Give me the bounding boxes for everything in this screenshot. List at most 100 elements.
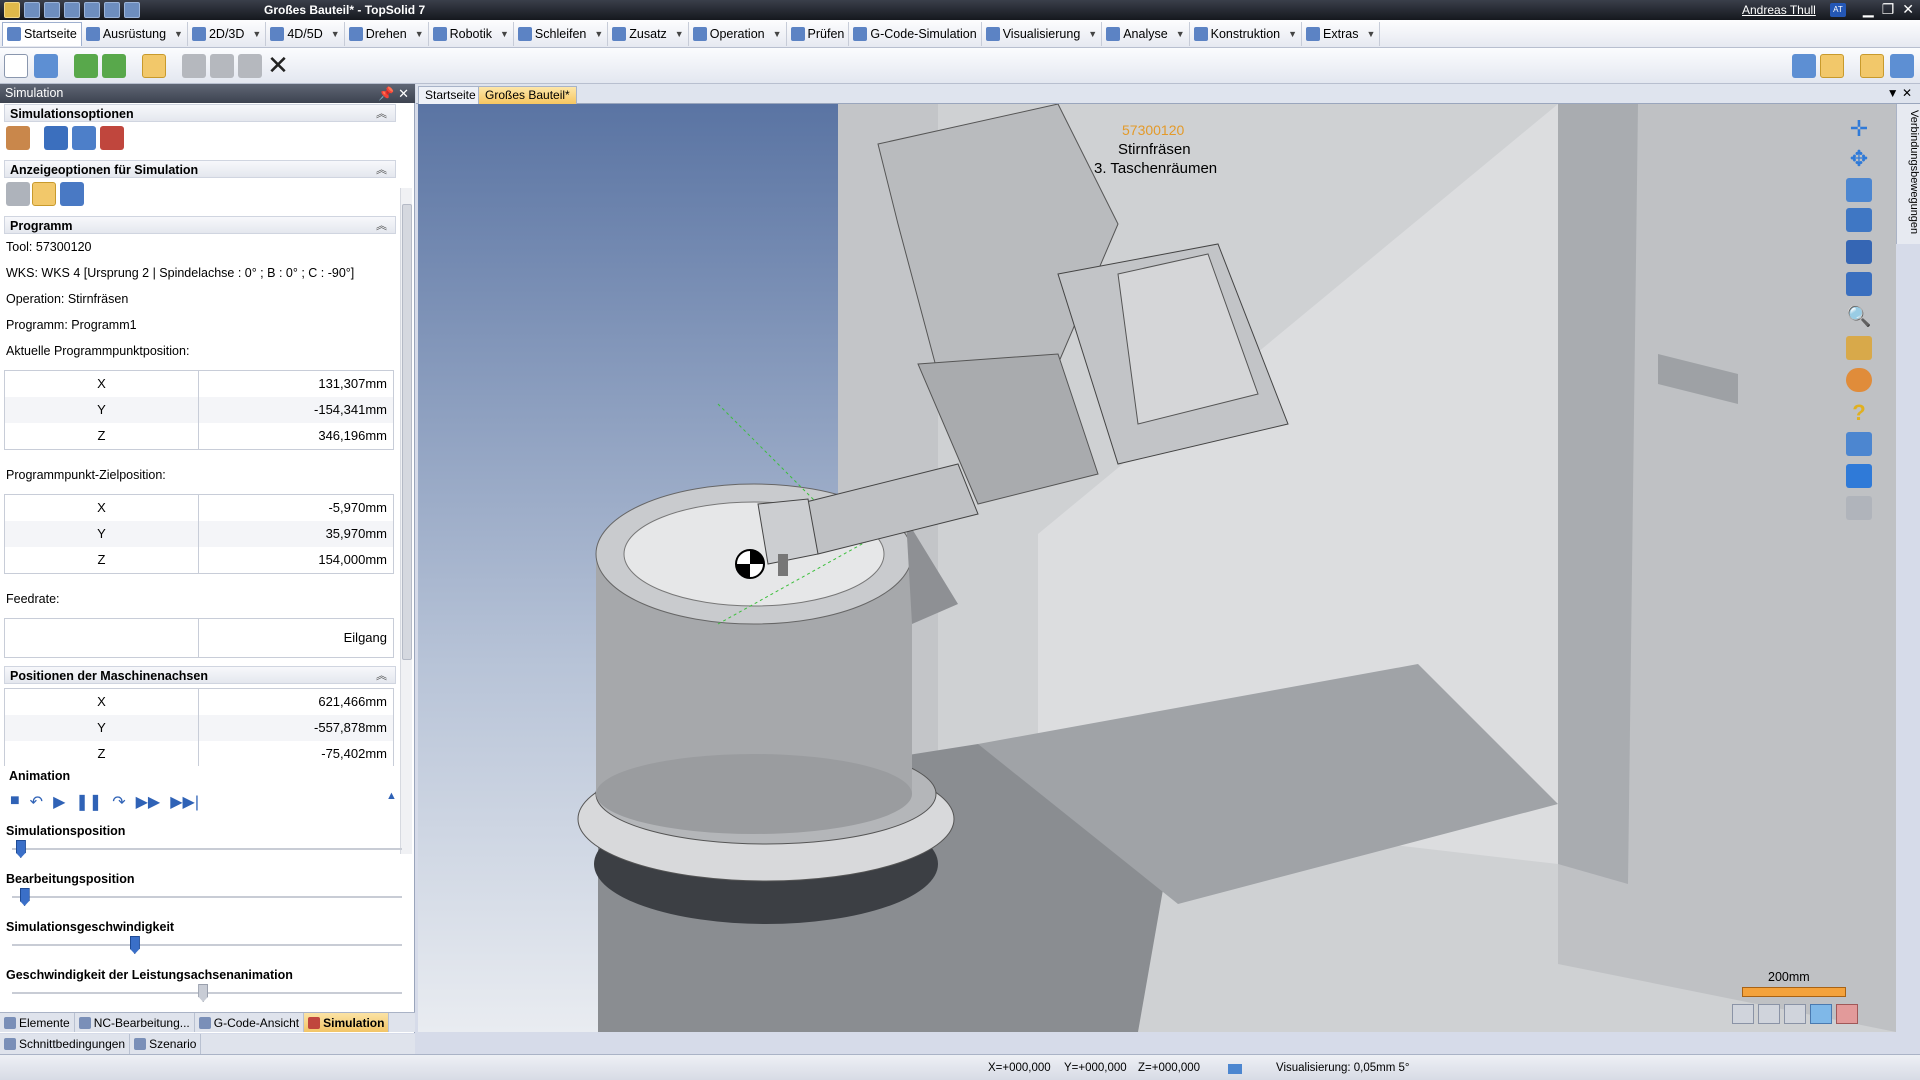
user-badge[interactable]: AT bbox=[1830, 3, 1846, 17]
collapse-chevron-icon[interactable]: ︽ bbox=[376, 217, 387, 235]
pin-icon[interactable]: 📌 bbox=[378, 86, 394, 101]
3d-viewport[interactable]: 57300120 Stirnfräsen 3. Taschenräumen 20… bbox=[418, 104, 1896, 1032]
pause-icon[interactable]: ❚❚ bbox=[75, 792, 102, 812]
view-grid-icon[interactable] bbox=[1810, 1004, 1832, 1024]
machining-position-thumb[interactable] bbox=[19, 888, 30, 906]
rotate-icon[interactable] bbox=[1846, 178, 1872, 202]
tab-gcode-ansicht[interactable]: G-Code-Ansicht bbox=[195, 1013, 305, 1032]
sim-position-thumb[interactable] bbox=[15, 840, 26, 858]
power-axis-speed-thumb[interactable] bbox=[198, 984, 209, 1002]
sim-option-icon-3[interactable] bbox=[72, 126, 96, 150]
redo-icon[interactable] bbox=[104, 2, 120, 18]
paste-icon[interactable] bbox=[238, 54, 262, 78]
menu-extras[interactable]: Extras ▼ bbox=[1302, 21, 1381, 46]
stop-icon[interactable]: ■ bbox=[10, 792, 20, 812]
tab-schnittbedingungen[interactable]: Schnittbedingungen bbox=[0, 1034, 131, 1054]
menu-drehen[interactable]: Drehen ▼ bbox=[345, 21, 429, 46]
menu-schleifen[interactable]: Schleifen ▼ bbox=[514, 21, 609, 46]
sim-position-slider[interactable] bbox=[12, 848, 402, 850]
undo-icon[interactable] bbox=[84, 2, 100, 18]
orbit-icon[interactable] bbox=[1846, 208, 1872, 232]
dropdown-arrow-icon[interactable]: ▼ bbox=[1288, 29, 1297, 39]
menu-visualisierung[interactable]: Visualisierung ▼ bbox=[982, 21, 1103, 46]
screen-icon[interactable] bbox=[1890, 54, 1914, 78]
menu-pruefen[interactable]: Prüfen bbox=[787, 21, 850, 46]
menu-startseite[interactable]: Startseite bbox=[2, 21, 82, 46]
menu-analyse[interactable]: Analyse ▼ bbox=[1102, 21, 1190, 46]
tab-elemente[interactable]: Elemente bbox=[0, 1013, 75, 1032]
link-icon[interactable] bbox=[1792, 54, 1816, 78]
settings-icon[interactable] bbox=[1820, 54, 1844, 78]
doc-tab-startseite[interactable]: Startseite bbox=[418, 86, 483, 104]
window-layout-icon[interactable] bbox=[1860, 54, 1884, 78]
zoom-all-icon[interactable] bbox=[1846, 272, 1872, 296]
close-doc-icon[interactable]: ✕ bbox=[1902, 86, 1912, 100]
sim-option-icon-4[interactable] bbox=[100, 126, 124, 150]
display-option-icon-1[interactable] bbox=[6, 182, 30, 206]
question-icon[interactable]: ? bbox=[1846, 400, 1872, 425]
skip-end-icon[interactable]: ▶▶| bbox=[170, 792, 199, 812]
side-tab-verbindungsbewegungen[interactable]: Verbindungsbewegungen bbox=[1896, 104, 1920, 244]
doc-tab-grosses-bauteil[interactable]: Großes Bauteil* bbox=[478, 86, 577, 104]
restore-icon[interactable]: ❐ bbox=[1882, 1, 1895, 18]
view-iso-icon[interactable] bbox=[1732, 1004, 1754, 1024]
play-icon[interactable]: ▶ bbox=[53, 792, 65, 812]
visualization-icon[interactable] bbox=[1228, 1064, 1242, 1074]
refresh-icon[interactable] bbox=[124, 2, 140, 18]
minimize-icon[interactable]: ▁ bbox=[1863, 1, 1874, 18]
app-menu-icon[interactable] bbox=[4, 2, 20, 18]
dropdown-arrow-icon[interactable]: ▼ bbox=[415, 29, 424, 39]
menu-4d5d[interactable]: 4D/5D ▼ bbox=[266, 21, 345, 46]
tab-simulation[interactable]: Simulation bbox=[304, 1013, 390, 1032]
dropdown-arrow-icon[interactable]: ▼ bbox=[331, 29, 340, 39]
palette-icon[interactable] bbox=[1846, 368, 1872, 392]
dropdown-arrow-icon[interactable]: ▼ bbox=[1088, 29, 1097, 39]
box-icon[interactable] bbox=[1846, 336, 1872, 360]
zoom-icon[interactable]: 🔍 bbox=[1846, 304, 1872, 328]
menu-operation[interactable]: Operation ▼ bbox=[689, 21, 787, 46]
section-display-options[interactable]: Anzeigeoptionen für Simulation ︽ bbox=[4, 160, 396, 178]
dropdown-arrow-icon[interactable]: ▼ bbox=[1176, 29, 1185, 39]
close-icon[interactable]: ✕ bbox=[1902, 1, 1914, 18]
machining-position-slider[interactable] bbox=[12, 896, 402, 898]
menu-robotik[interactable]: Robotik ▼ bbox=[429, 21, 514, 46]
dropdown-arrow-icon[interactable]: ▼ bbox=[773, 29, 782, 39]
export-icon[interactable] bbox=[102, 54, 126, 78]
sim-speed-thumb[interactable] bbox=[129, 936, 140, 954]
copy-icon[interactable] bbox=[210, 54, 234, 78]
close-panel-icon[interactable]: ✕ bbox=[398, 86, 409, 101]
view-front-icon[interactable] bbox=[1758, 1004, 1780, 1024]
scrollbar-thumb[interactable] bbox=[402, 204, 412, 660]
collapse-chevron-icon[interactable]: ︽ bbox=[376, 667, 387, 685]
menu-ausruestung[interactable]: Ausrüstung ▼ bbox=[82, 21, 188, 46]
tab-nc-bearbeitung[interactable]: NC-Bearbeitung... bbox=[75, 1013, 195, 1032]
save-all-icon[interactable] bbox=[44, 2, 60, 18]
new-document-icon[interactable] bbox=[4, 54, 28, 78]
clip-icon[interactable] bbox=[1846, 464, 1872, 488]
rebuild-icon[interactable] bbox=[142, 54, 166, 78]
menu-2d3d[interactable]: 2D/3D ▼ bbox=[188, 21, 267, 46]
save-icon[interactable] bbox=[24, 2, 40, 18]
view-top-icon[interactable] bbox=[1784, 1004, 1806, 1024]
dropdown-arrow-icon[interactable]: ▼ bbox=[252, 29, 261, 39]
section-sim-options[interactable]: Simulationsoptionen ︽ bbox=[4, 104, 396, 122]
sim-speed-slider[interactable] bbox=[12, 944, 402, 946]
collapse-chevron-icon[interactable]: ︽ bbox=[376, 105, 387, 123]
rewind-icon[interactable]: ↶ bbox=[30, 792, 43, 812]
delete-icon[interactable]: ✕ bbox=[266, 52, 290, 78]
user-link[interactable]: Andreas Thull bbox=[1742, 3, 1816, 17]
menu-gcode-simulation[interactable]: G-Code-Simulation bbox=[849, 21, 982, 46]
tab-szenario[interactable]: Szenario bbox=[130, 1034, 202, 1054]
import-icon[interactable] bbox=[74, 54, 98, 78]
menu-zusatz[interactable]: Zusatz ▼ bbox=[608, 21, 689, 46]
dropdown-arrow-icon[interactable]: ▼ bbox=[1366, 29, 1375, 39]
menu-konstruktion[interactable]: Konstruktion ▼ bbox=[1190, 21, 1303, 46]
probe-icon[interactable] bbox=[1846, 496, 1872, 520]
step-forward-icon[interactable]: ↷ bbox=[112, 792, 125, 812]
view-section-icon[interactable] bbox=[1836, 1004, 1858, 1024]
move-icon[interactable]: ✛ bbox=[1846, 116, 1872, 141]
collapse-triangle-icon[interactable]: ▲ bbox=[386, 790, 397, 802]
measure-icon[interactable] bbox=[1846, 432, 1872, 456]
panel-scrollbar[interactable] bbox=[400, 188, 412, 854]
pan-icon[interactable]: ✥ bbox=[1846, 146, 1872, 171]
